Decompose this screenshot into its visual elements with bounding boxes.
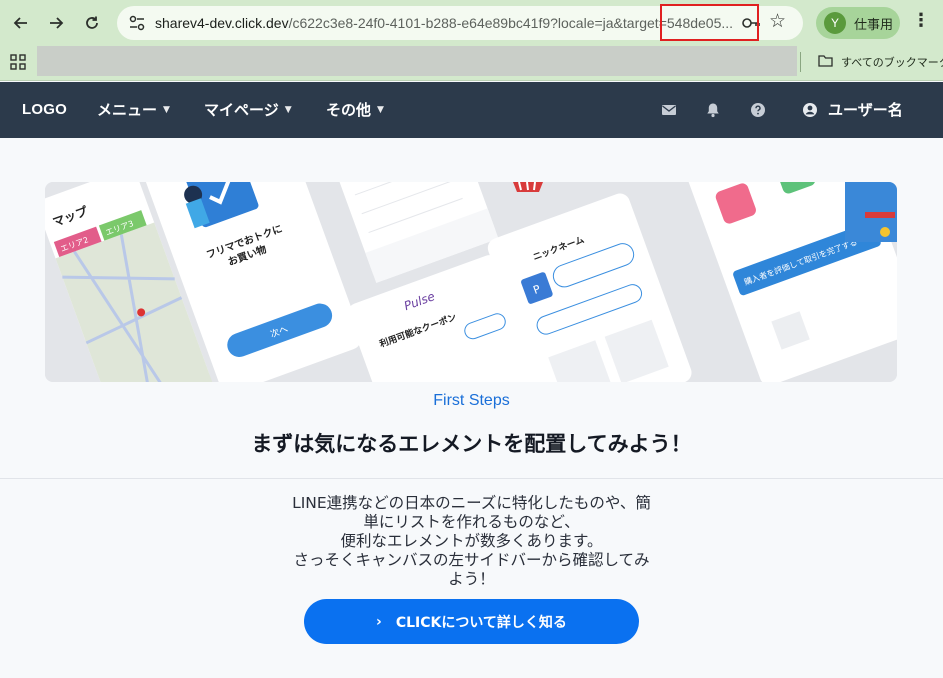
description-line: さっそくキャンバスの左サイドバーから確認してみ <box>293 551 650 569</box>
user-menu[interactable]: ユーザー名 <box>802 82 903 138</box>
page-title: まずは気になるエレメントを配置してみよう！ <box>251 432 692 456</box>
reload-icon[interactable] <box>77 8 107 38</box>
nav-mypage[interactable]: マイページ ▼ <box>204 82 292 138</box>
nav-other[interactable]: その他 ▼ <box>326 82 384 138</box>
description-line: LINE連携などの日本のニーズに特化したものや、簡 <box>292 494 651 512</box>
avatar: Y <box>824 12 846 34</box>
bookmarks-placeholder <box>37 46 797 76</box>
nav-other-label: その他 <box>326 101 372 119</box>
nav-mypage-label: マイページ <box>204 101 279 119</box>
highlight-box <box>660 4 759 41</box>
section-label: First Steps <box>433 392 510 409</box>
bookmarks-bar: すべてのブックマーク <box>0 46 943 81</box>
user-name: ユーザー名 <box>828 101 903 119</box>
apps-grid-icon[interactable] <box>10 54 26 70</box>
bookmarks-divider <box>800 52 801 72</box>
mail-icon[interactable] <box>661 102 677 118</box>
bell-icon[interactable] <box>705 102 721 118</box>
profile-name: 仕事用 <box>854 17 894 33</box>
description-line: 単にリストを作れるものなど、 <box>363 513 580 531</box>
store-screen <box>845 182 897 242</box>
browser-toolbar: sharev4-dev.click.dev/c622c3e8-24f0-4101… <box>0 0 943 46</box>
nav-menu-label: メニュー <box>97 101 158 119</box>
chevron-down-icon: ▼ <box>163 105 170 115</box>
profile-button[interactable]: Y 仕事用 <box>816 7 900 39</box>
description-line: よう！ <box>448 570 495 588</box>
hero-image: マップ エリア2 エリア3 フリマでおトクに お買い物 次へ Pulse 利用可… <box>45 182 897 382</box>
chevron-down-icon: ▼ <box>377 105 384 115</box>
folder-icon <box>818 55 833 67</box>
chevron-right-icon: › <box>376 613 382 630</box>
divider <box>0 478 943 479</box>
help-icon[interactable] <box>750 102 766 118</box>
user-icon <box>803 103 817 117</box>
description: LINE連携などの日本のニーズに特化したものや、簡 単にリストを作れるものなど、… <box>282 494 661 589</box>
more-menu-icon[interactable]: ⋮ <box>912 10 930 31</box>
all-bookmarks-link[interactable]: すべてのブックマーク <box>841 54 943 70</box>
forward-icon[interactable] <box>41 8 71 38</box>
bookmark-star-icon[interactable]: ☆ <box>769 10 786 32</box>
back-icon[interactable] <box>6 8 36 38</box>
url-text[interactable]: sharev4-dev.click.dev/c622c3e8-24f0-4101… <box>155 6 735 40</box>
learn-more-button[interactable]: › CLICKについて詳しく知る <box>304 599 639 644</box>
app-header: LOGO メニュー ▼ マイページ ▼ その他 ▼ ユーザー名 <box>0 82 943 138</box>
awning <box>513 182 543 192</box>
url-host: sharev4-dev.click.dev <box>155 15 289 31</box>
learn-more-label: CLICKについて詳しく知る <box>395 614 567 631</box>
logo[interactable]: LOGO <box>22 82 67 138</box>
nav-menu[interactable]: メニュー ▼ <box>97 82 170 138</box>
chevron-down-icon: ▼ <box>284 105 292 115</box>
site-settings-icon[interactable] <box>127 13 147 33</box>
description-line: 便利なエレメントが数多くあります。 <box>340 532 603 550</box>
